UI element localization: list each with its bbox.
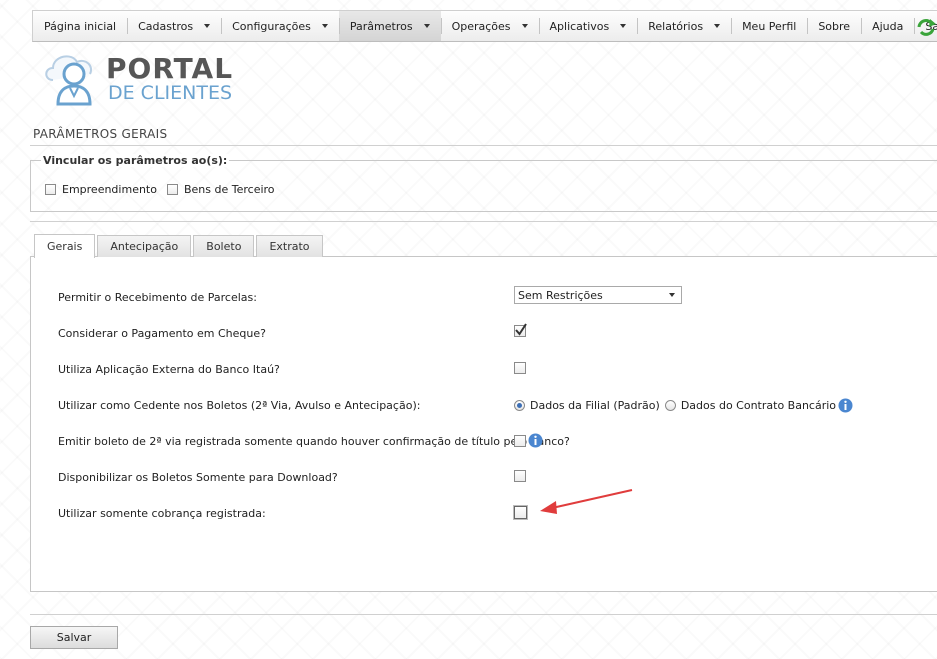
menu-item-label: Relatórios [648, 19, 704, 33]
link-params-legend: Vincular os parâmetros ao(s): [41, 154, 230, 167]
menu-item-label: Configurações [232, 19, 311, 33]
chevron-down-icon [521, 24, 528, 28]
check-payment-label: Considerar o Pagamento em Cheque? [58, 327, 266, 340]
menu-item-meu-perfil[interactable]: Meu Perfil [731, 11, 807, 41]
menu-item-operacoes[interactable]: Operações [440, 11, 539, 41]
menu-item-label: Sobre [818, 19, 851, 33]
download-only-control [514, 470, 526, 482]
portal-logo: PORTAL DE CLIENTES [44, 50, 264, 110]
check-payment-checkbox[interactable] [514, 323, 527, 337]
top-menu: Página inicial Cadastros Configurações P… [32, 10, 937, 42]
save-button[interactable]: Salvar [30, 626, 118, 649]
menu-item-aplicativos[interactable]: Aplicativos [538, 11, 638, 41]
radio-dados-contrato[interactable] [664, 400, 676, 411]
menu-item-label: Ajuda [872, 19, 904, 33]
receive-installments-control: Sem Restrições [514, 286, 682, 304]
info-icon[interactable] [528, 433, 543, 448]
logo-text-de-clientes: DE CLIENTES [108, 82, 233, 104]
menu-item-label: Cadastros [138, 19, 194, 33]
annotation-arrow-icon [540, 489, 633, 514]
chevron-down-icon [321, 24, 328, 28]
menu-item-label: Parâmetros [349, 19, 413, 33]
tab-boleto[interactable]: Boleto [193, 235, 255, 257]
download-only-checkbox[interactable] [514, 470, 526, 482]
download-only-label: Disponibilizar os Boletos Somente para D… [58, 471, 338, 484]
checkmark-icon [515, 323, 527, 336]
menu-item-ajuda[interactable]: Ajuda [861, 11, 914, 41]
link-params-fieldset: Vincular os parâmetros ao(s): Empreendim… [30, 154, 937, 212]
registered-only-label: Utilizar somente cobrança registrada: [58, 507, 266, 520]
chevron-down-icon [714, 24, 721, 28]
receive-installments-select[interactable]: Sem Restrições [514, 286, 682, 304]
registered-copy-checkbox[interactable] [514, 434, 526, 447]
checkbox-label: Empreendimento [62, 183, 157, 196]
menu-item-label: Aplicativos [549, 19, 610, 33]
menu-item-parametros[interactable]: Parâmetros [338, 11, 441, 41]
tab-antecipacao[interactable]: Antecipação [97, 235, 192, 257]
footer-divider [30, 614, 937, 615]
check-payment-control [514, 323, 527, 337]
assignor-label: Utilizar como Cedente nos Boletos (2ª Vi… [58, 399, 421, 412]
assignor-control: Dados da Filial (Padrão) Dados do Contra… [514, 398, 853, 413]
info-icon[interactable] [838, 398, 853, 413]
registered-copy-control [514, 433, 543, 448]
menu-item-cadastros[interactable]: Cadastros [127, 11, 221, 41]
registered-only-checkbox[interactable] [514, 506, 527, 519]
checkbox-label: Bens de Terceiro [183, 183, 275, 196]
itau-external-label: Utiliza Aplicação Externa do Banco Itaú? [58, 363, 280, 376]
person-icon [45, 55, 92, 106]
menu-item-label: Operações [451, 19, 511, 33]
registered-copy-label: Emitir boleto de 2ª via registrada somen… [58, 435, 570, 448]
chevron-down-icon [423, 24, 430, 28]
checkbox-empreendimento[interactable] [45, 184, 56, 195]
radio-label: Dados da Filial (Padrão) [530, 399, 660, 412]
section-divider [30, 221, 937, 222]
receive-installments-label: Permitir o Recebimento de Parcelas: [58, 291, 257, 304]
chevron-down-icon [204, 24, 211, 28]
chevron-down-icon [669, 293, 675, 297]
chevron-down-icon [620, 24, 627, 28]
tab-gerais[interactable]: Gerais [34, 234, 96, 258]
menu-item-relatorios[interactable]: Relatórios [637, 11, 731, 41]
menu-item-configuracoes[interactable]: Configurações [221, 11, 339, 41]
page-title: PARÂMETROS GERAIS [33, 127, 168, 141]
title-divider [30, 145, 937, 146]
radio-label: Dados do Contrato Bancário [680, 399, 837, 412]
checkbox-bens-de-terceiro[interactable] [166, 184, 178, 195]
registered-only-control [514, 506, 527, 519]
refresh-icon[interactable] [916, 18, 937, 36]
radio-dados-filial[interactable] [514, 400, 525, 411]
link-params-options: Empreendimento Bens de Terceiro [45, 183, 285, 196]
itau-external-control [514, 362, 526, 374]
menu-item-label: Meu Perfil [742, 19, 797, 33]
tab-panel-gerais: Permitir o Recebimento de Parcelas: Sem … [30, 256, 937, 592]
menu-item-sobre[interactable]: Sobre [807, 11, 861, 41]
menu-item-home[interactable]: Página inicial [33, 11, 127, 41]
menu-item-label: Página inicial [44, 19, 117, 33]
logo-text-portal: PORTAL [106, 52, 234, 85]
itau-external-checkbox[interactable] [514, 362, 526, 374]
tab-bar: Gerais Antecipação Boleto Extrato [34, 234, 325, 258]
tab-extrato[interactable]: Extrato [256, 235, 323, 257]
select-value: Sem Restrições [518, 288, 603, 302]
